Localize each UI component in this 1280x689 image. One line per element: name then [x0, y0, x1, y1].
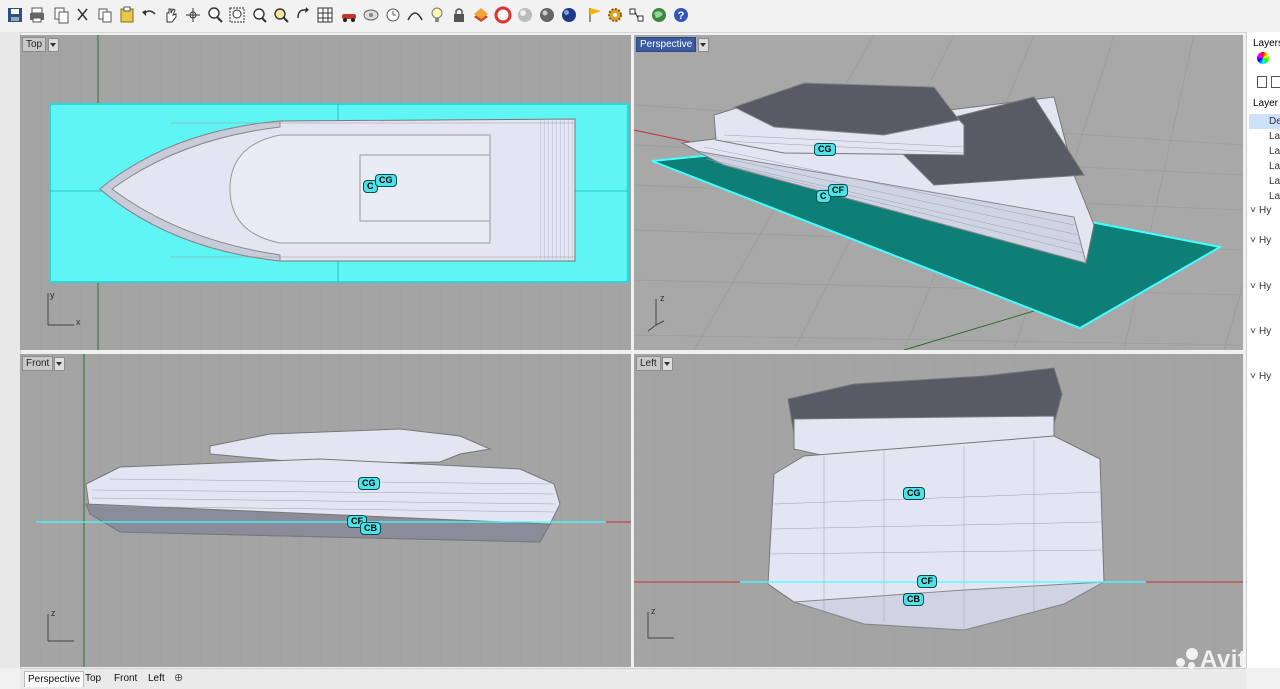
zoom-selected-icon[interactable] [272, 6, 290, 24]
layer-group-label: Hy [1259, 205, 1272, 216]
layer-row[interactable]: De [1249, 114, 1280, 129]
layer-row[interactable]: Lay [1249, 129, 1280, 144]
cf-marker-left[interactable]: CF [917, 575, 937, 588]
perspective-axis-z-label: z [660, 293, 665, 303]
cf-marker-perspective[interactable]: CF [828, 184, 848, 197]
layer-group[interactable]: ˅ Hy [1247, 205, 1271, 216]
cg-marker-left[interactable]: CG [903, 487, 925, 500]
cg-marker-perspective[interactable]: CG [814, 143, 836, 156]
chevron-down-icon: ˅ [1250, 205, 1256, 216]
duplicate-icon[interactable] [96, 6, 114, 24]
layer-column-header: Layer [1253, 98, 1279, 109]
chevron-down-icon: ˅ [1250, 371, 1256, 382]
paste-icon[interactable] [118, 6, 136, 24]
layer-row[interactable]: Lay [1249, 159, 1280, 174]
layers-panel-title: Layers [1253, 38, 1280, 49]
svg-text:?: ? [678, 10, 685, 22]
layer-group[interactable]: ˅ Hy [1247, 371, 1271, 382]
front-scene [20, 354, 631, 667]
avito-logo-icon [1176, 648, 1198, 670]
front-viewport-menu-arrow[interactable] [54, 357, 65, 371]
globe-icon[interactable] [650, 6, 668, 24]
zoom-icon[interactable] [206, 6, 224, 24]
render-preview-icon[interactable] [538, 6, 556, 24]
rotate-view-icon[interactable] [294, 6, 312, 24]
layer-group[interactable]: ˅ Hy [1247, 281, 1271, 292]
copy-icon[interactable] [52, 6, 70, 24]
perspective-viewport-label[interactable]: Perspective [636, 37, 697, 52]
left-viewport[interactable]: z CG CF CB Left [634, 354, 1243, 667]
layer-group[interactable]: ˅ Hy [1247, 326, 1271, 337]
cb-marker-left[interactable]: CB [903, 593, 924, 606]
layer-group-label: Hy [1259, 235, 1272, 246]
chevron-down-icon: ˅ [1250, 281, 1256, 292]
left-viewport-label[interactable]: Left [636, 356, 661, 371]
flag-icon[interactable] [586, 6, 604, 24]
save-icon[interactable] [6, 6, 24, 24]
top-viewport-menu-arrow[interactable] [48, 38, 59, 52]
top-scene [20, 35, 631, 350]
layer-group-label: Hy [1259, 371, 1272, 382]
sphere-icon[interactable] [560, 6, 578, 24]
pan-icon[interactable] [162, 6, 180, 24]
print-icon[interactable] [28, 6, 46, 24]
undo-icon[interactable] [140, 6, 158, 24]
tab-front[interactable]: Front [111, 671, 140, 686]
left-scene [634, 354, 1243, 667]
main-toolbar: ? [0, 0, 1280, 33]
add-tab-icon[interactable]: ⊕ [174, 671, 183, 684]
perspective-scene [634, 35, 1243, 350]
top-axis-y-label: y [50, 290, 55, 300]
top-viewport[interactable]: y x C CG Top [20, 35, 631, 350]
front-viewport[interactable]: z CG CF CB Front [20, 354, 631, 667]
layer-group[interactable]: ˅ Hy [1247, 235, 1271, 246]
grid-icon[interactable] [316, 6, 334, 24]
tab-perspective[interactable]: Perspective [24, 671, 85, 687]
car-icon[interactable] [340, 6, 358, 24]
layer-menu-icon[interactable] [1271, 76, 1280, 88]
viewport-tabs: Perspective Top Front Left ⊕ [20, 668, 1246, 689]
watermark-text: Avito [1200, 646, 1262, 673]
zoom-extents-icon[interactable] [250, 6, 268, 24]
layer-row[interactable]: Lay [1249, 189, 1280, 204]
move-icon[interactable] [184, 6, 202, 24]
avito-watermark: Avito [1176, 646, 1262, 678]
layer-group-label: Hy [1259, 281, 1272, 292]
lightbulb-icon[interactable] [428, 6, 446, 24]
lens-icon[interactable] [362, 6, 380, 24]
left-side-strip [0, 32, 21, 668]
layer-group-label: Hy [1259, 326, 1272, 337]
layer-row[interactable]: Lay [1249, 144, 1280, 159]
cut-icon[interactable] [74, 6, 92, 24]
cb-marker-front[interactable]: CB [360, 522, 381, 535]
chevron-down-icon: ˅ [1250, 235, 1256, 246]
front-axis-z-label: z [51, 608, 56, 618]
perspective-viewport-menu-arrow[interactable] [698, 38, 709, 52]
color-wheel-icon[interactable] [1257, 52, 1269, 64]
perspective-viewport[interactable]: z CG C CF Perspective [634, 35, 1243, 350]
material-icon[interactable] [494, 6, 512, 24]
new-layer-icon[interactable] [1257, 76, 1267, 88]
render-icon[interactable] [516, 6, 534, 24]
help-icon[interactable]: ? [672, 6, 690, 24]
cg-marker-top[interactable]: CG [375, 174, 397, 187]
layer-row[interactable]: Lay [1249, 174, 1280, 189]
layers-panel: Layers Layer De Lay Lay Lay Lay Lay ˅Hy … [1246, 32, 1280, 668]
zoom-window-icon[interactable] [228, 6, 246, 24]
chevron-down-icon: ˅ [1250, 326, 1256, 337]
tab-left[interactable]: Left [145, 671, 168, 686]
clock-icon[interactable] [384, 6, 402, 24]
curve-tool-icon[interactable] [406, 6, 424, 24]
front-viewport-label[interactable]: Front [22, 356, 54, 371]
analysis-icon[interactable] [628, 6, 646, 24]
gear-icon[interactable] [606, 6, 624, 24]
cg-marker-front[interactable]: CG [358, 477, 380, 490]
left-viewport-menu-arrow[interactable] [662, 357, 673, 371]
top-viewport-label[interactable]: Top [22, 37, 47, 52]
tab-top[interactable]: Top [82, 671, 104, 686]
top-axis-x-label: x [76, 317, 81, 327]
layer-icon[interactable] [472, 6, 490, 24]
lock-icon[interactable] [450, 6, 468, 24]
left-axis-z-label: z [651, 606, 656, 616]
